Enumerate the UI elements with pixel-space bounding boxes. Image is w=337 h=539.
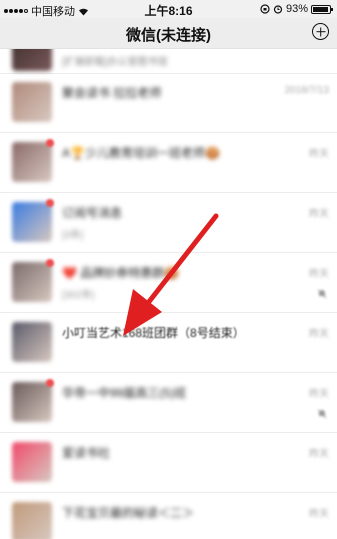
- avatar: [12, 262, 52, 302]
- unread-badge: [46, 259, 54, 267]
- chat-row[interactable]: 华帝一中99届高三(5)班 昨天: [0, 373, 337, 433]
- chat-list[interactable]: [扩展卸载]办公室图书馆 聚会读书 拉拉老师 2018/7/13 A🏆少儿教育培训一…: [0, 49, 337, 539]
- unread-badge: [46, 379, 54, 387]
- chat-title: A🏆少儿教育培训一班老师🍪: [62, 146, 220, 160]
- chat-title: 小叮当艺术168班团群（8号结束）: [62, 326, 245, 340]
- avatar: [12, 382, 52, 422]
- chat-row[interactable]: 订阅号消息 [3条] 昨天: [0, 193, 337, 253]
- chat-time: 昨天: [309, 329, 329, 340]
- chat-title: 订阅号消息: [62, 206, 123, 220]
- mute-icon: [317, 409, 327, 419]
- chat-row[interactable]: 聚会读书 拉拉老师 2018/7/13: [0, 73, 337, 133]
- battery-percent: 93%: [285, 3, 308, 15]
- unread-badge: [46, 139, 54, 147]
- status-bar: 中国移动 上午8:16 93%: [0, 0, 337, 18]
- chat-preview: [3条]: [62, 230, 84, 241]
- chat-row[interactable]: 下花宝贝最的秘读＜二＞ 昨天: [0, 493, 337, 539]
- nav-bar: 微信(未连接): [0, 18, 337, 49]
- battery-icon: [311, 4, 333, 14]
- wechat-screen: 中国移动 上午8:16 93% 微信(未连接) [扩展卸载]办公室图书馆 聚会读…: [0, 0, 337, 539]
- chat-time: 昨天: [309, 209, 329, 220]
- chat-preview: [302条]: [62, 290, 95, 301]
- avatar: [12, 49, 52, 71]
- avatar: [12, 82, 52, 122]
- chat-title: 爱读书社: [62, 446, 111, 460]
- chat-time: 昨天: [309, 449, 329, 460]
- chat-time: 2018/7/13: [284, 85, 330, 96]
- alarm-icon: [273, 5, 283, 14]
- page-title: 微信(未连接): [126, 27, 211, 44]
- chat-time: 昨天: [309, 509, 329, 520]
- chat-row[interactable]: A🏆少儿教育培训一班老师🍪 昨天: [0, 133, 337, 193]
- chat-row-partial[interactable]: [扩展卸载]办公室图书馆: [0, 49, 337, 74]
- chat-title: 聚会读书 拉拉老师: [62, 86, 162, 100]
- chat-row[interactable]: 爱读书社 昨天: [0, 433, 337, 493]
- chat-title: 华帝一中99届高三(5)班: [62, 386, 187, 400]
- chat-title: 下花宝贝最的秘读＜二＞: [62, 506, 195, 520]
- add-button[interactable]: [312, 23, 329, 40]
- chat-time: 昨天: [309, 389, 329, 400]
- avatar: [12, 202, 52, 242]
- avatar: [12, 502, 52, 539]
- status-right: 93%: [260, 3, 333, 15]
- chat-time: 昨天: [309, 269, 329, 280]
- chat-row[interactable]: ❤️ 品牌妙券特惠群🍪 [302条] 昨天: [0, 253, 337, 313]
- chat-row[interactable]: 小叮当艺术168班团群（8号结束） 昨天: [0, 313, 337, 373]
- rotation-lock-icon: [260, 4, 270, 14]
- avatar: [12, 142, 52, 182]
- avatar: [12, 322, 52, 362]
- chat-time: 昨天: [309, 149, 329, 160]
- avatar: [12, 442, 52, 482]
- unread-badge: [46, 199, 54, 207]
- mute-icon: [317, 289, 327, 299]
- chat-preview: [扩展卸载]办公室图书馆: [62, 57, 168, 68]
- chat-title: ❤️ 品牌妙券特惠群🍪: [62, 266, 180, 280]
